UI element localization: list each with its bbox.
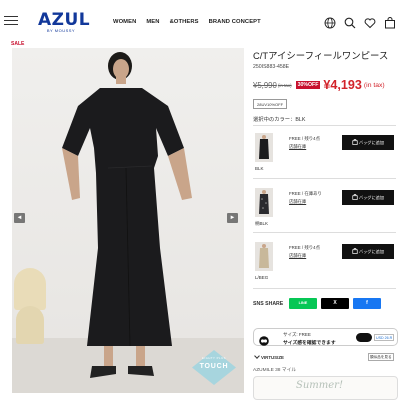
similar-items-link[interactable]: 類似品を見る (368, 353, 394, 361)
product-image-gallery[interactable]: ◄ ► EIGHTY PLUS TOUCH (12, 48, 244, 393)
hamburger-icon[interactable] (4, 16, 18, 25)
price-row: ¥5,990 (in tax) 30%OFF ¥4,193 (in tax) (253, 78, 385, 92)
globe-icon[interactable] (324, 16, 336, 29)
sale-price-tax: (in tax) (363, 81, 385, 89)
variant-row-blk: BLK FREE / 残り4点 店舗在庫 バッグに追加 (253, 133, 398, 179)
variant-row-beige: L/BEG FREE / 残り4点 店舗在庫 バッグに追加 (253, 242, 398, 288)
logo-main: AZUL (38, 10, 91, 30)
variant-thumbnail[interactable] (255, 242, 273, 271)
divider (253, 232, 396, 233)
share-facebook-button[interactable]: f (353, 298, 381, 309)
nav-others[interactable]: &OTHERS (170, 19, 199, 25)
virtusize-widget[interactable]: サイズ: FREE サイズ感を確認できます USD 26.R (253, 328, 398, 346)
variant-name: L/BEG (255, 275, 269, 280)
main-nav: WOMEN MEN &OTHERS BRAND CONCEPT (113, 19, 261, 25)
add-to-bag-button[interactable]: バッグに追加 (342, 244, 394, 259)
divider (253, 288, 396, 289)
chevron-right-icon: ► (229, 215, 236, 221)
sns-share-label: SNS SHARE (253, 301, 284, 307)
search-icon[interactable] (344, 16, 356, 29)
sale-label: SALE (11, 41, 25, 47)
virtusize-brand: VIRTUSIZE (254, 353, 284, 360)
virtusize-mark-icon (254, 353, 260, 359)
gallery-prev-button[interactable]: ◄ (14, 213, 25, 223)
selected-color: 選択中のカラー：BLK (253, 117, 306, 123)
variant-stock: FREE / 在庫あり (289, 191, 322, 196)
virtusize-toggle[interactable] (356, 333, 372, 342)
original-price-tax: (in tax) (277, 82, 292, 88)
store-stock-link[interactable]: 店舗在庫 (289, 144, 306, 150)
bag-icon (352, 193, 358, 200)
bag-icon (352, 247, 358, 254)
discount-badge: 30%OFF (295, 81, 321, 89)
share-x-button[interactable]: X (321, 298, 349, 309)
variant-name: 柄BLK (255, 221, 269, 226)
sale-price: ¥4,193 (323, 78, 362, 92)
variant-thumbnail[interactable] (255, 188, 273, 217)
nav-men[interactable]: MEN (146, 19, 159, 25)
promo-banner-text: Summer! (296, 380, 343, 391)
add-to-bag-button[interactable]: バッグに追加 (342, 135, 394, 150)
add-to-bag-label: バッグに追加 (358, 140, 385, 145)
chevron-left-icon: ◄ (16, 215, 23, 221)
model-photo (62, 52, 192, 378)
header-icons (324, 16, 396, 29)
store-stock-link[interactable]: 店舗在庫 (289, 199, 306, 205)
virtusize-icon (259, 333, 269, 346)
x-icon: X (333, 300, 337, 306)
variant-row-patterned-blk: 柄BLK FREE / 在庫あり 店舗在庫 バッグに追加 (253, 188, 398, 234)
promo-banner[interactable]: Summer! (253, 376, 398, 400)
product-code: 250IS883-458E (253, 64, 290, 70)
store-stock-link[interactable]: 店舗在庫 (289, 253, 306, 259)
facebook-icon: f (366, 300, 368, 306)
add-to-bag-label: バッグに追加 (358, 249, 385, 254)
nav-women[interactable]: WOMEN (113, 19, 136, 25)
brand-logo[interactable]: AZUL BY MOUSSY (38, 10, 91, 34)
product-title: C/Tアイシーフィールワンピース (253, 50, 389, 61)
heart-icon[interactable] (364, 16, 376, 29)
touch-badge: EIGHTY PLUS TOUCH (192, 350, 236, 385)
touch-badge-caption: EIGHTY PLUS (202, 356, 226, 360)
nav-brand-concept[interactable]: BRAND CONCEPT (209, 19, 261, 25)
variant-name: BLK (255, 166, 264, 171)
original-price: ¥5,990 (253, 80, 277, 90)
gallery-next-button[interactable]: ► (227, 213, 238, 223)
divider (253, 125, 396, 126)
variant-stock: FREE / 残り4点 (289, 136, 320, 141)
variant-thumbnail[interactable] (255, 133, 273, 162)
add-to-bag-label: バッグに追加 (358, 195, 385, 200)
virtusize-size: サイズ: FREE (283, 332, 311, 337)
line-icon: LINE (298, 301, 308, 305)
virtusize-brand-label: VIRTUSIZE (261, 355, 284, 360)
touch-badge-text: TOUCH (199, 363, 229, 370)
add-to-bag-button[interactable]: バッグに追加 (342, 190, 394, 205)
site-header: AZUL BY MOUSSY WOMEN MEN &OTHERS BRAND C… (0, 0, 400, 40)
coupon-badge: 28UV10%OFF (253, 99, 288, 109)
virtusize-note: サイズ感を確認できます (283, 341, 336, 346)
bag-icon[interactable] (384, 16, 396, 29)
bag-icon (352, 138, 358, 145)
share-line-button[interactable]: LINE (289, 298, 317, 309)
currency-display: USD 26.R (374, 334, 395, 341)
variant-stock: FREE / 残り4点 (289, 245, 320, 250)
miles-info: AZUMILE 38 マイル (253, 368, 297, 373)
divider (253, 178, 396, 179)
